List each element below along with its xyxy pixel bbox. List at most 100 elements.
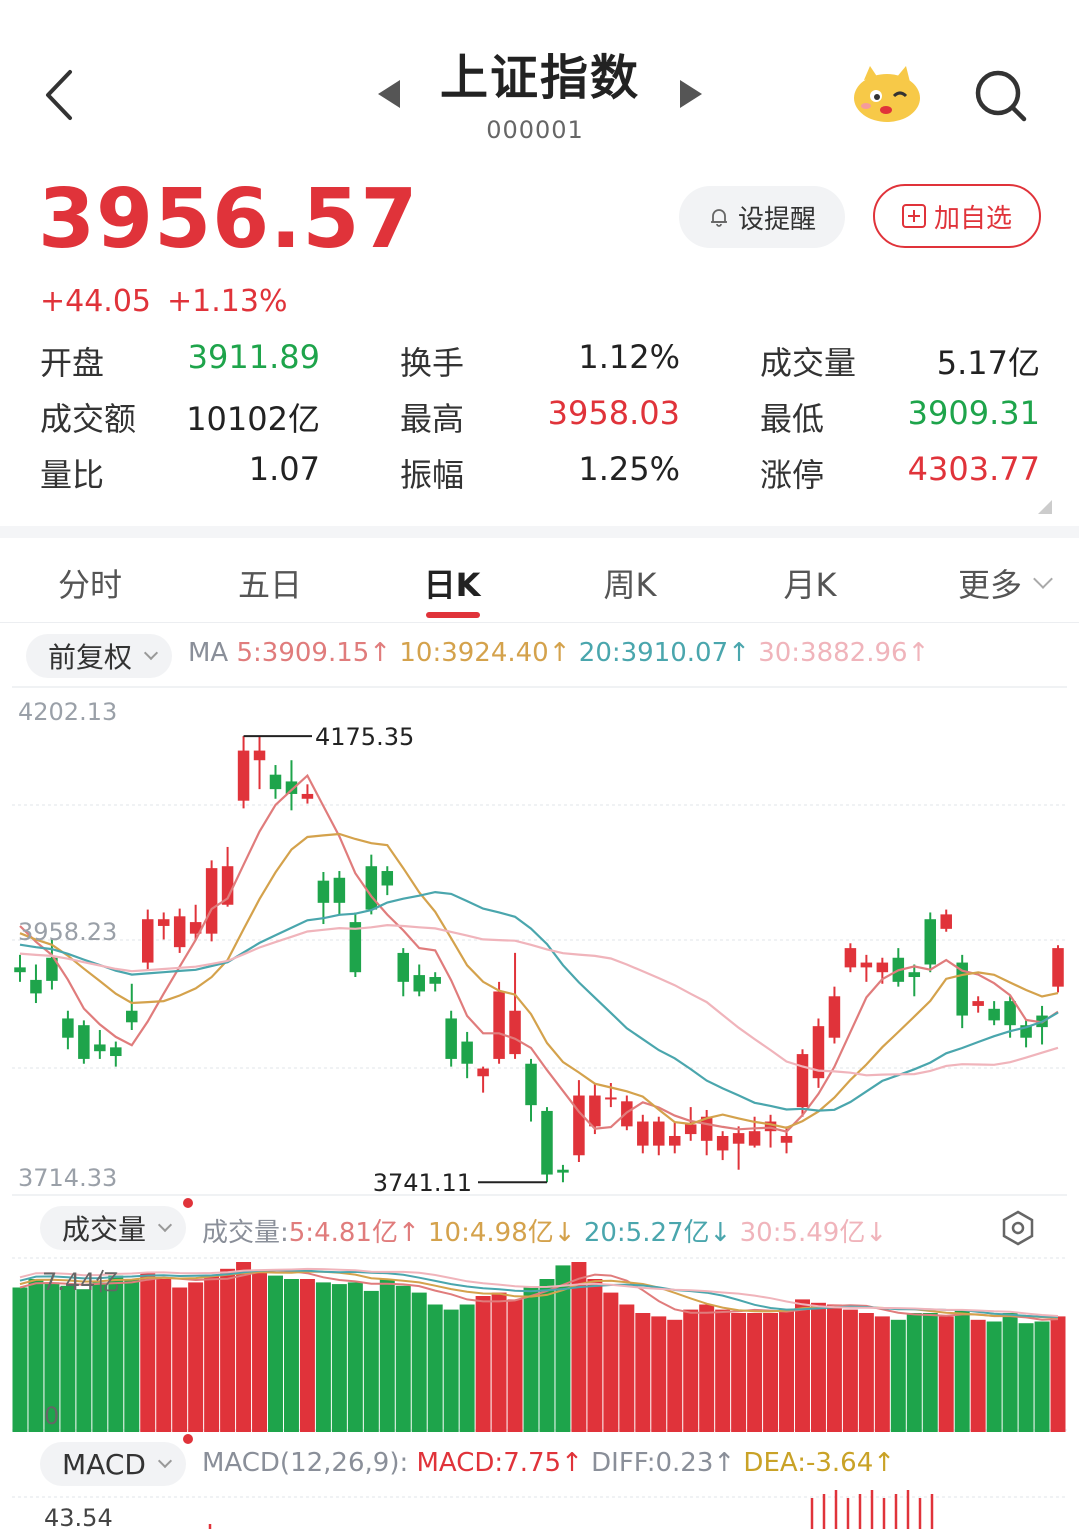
volume-bar: [204, 1275, 220, 1432]
candle-body: [525, 1063, 537, 1106]
macd-value: MACD:7.75↑: [416, 1448, 583, 1478]
volume-bar: [747, 1313, 763, 1432]
volume-bar: [619, 1304, 635, 1432]
volume-bar: [427, 1304, 443, 1432]
chevron-down-icon: [157, 1453, 173, 1469]
volume-bar: [379, 1279, 395, 1432]
candle-body: [589, 1095, 601, 1127]
volume-bar: [395, 1285, 411, 1432]
candle-body: [173, 916, 186, 948]
diff-value: DIFF:0.23↑: [591, 1448, 736, 1478]
volume-bar: [795, 1299, 810, 1432]
volume-bar: [172, 1287, 188, 1432]
volume-bar: [779, 1309, 795, 1432]
volume-bar: [283, 1279, 299, 1432]
volume-bar: [1018, 1323, 1034, 1432]
volume-bar: [1034, 1321, 1050, 1432]
candle-body: [732, 1133, 745, 1144]
chevron-down-icon: [157, 1217, 173, 1233]
y-axis-mid-label: 3958.23: [18, 918, 117, 946]
candle-body: [413, 975, 425, 992]
volume-bar: [220, 1268, 236, 1432]
candle-body: [269, 774, 282, 790]
volume-bar: [507, 1299, 523, 1432]
volume-bar: [954, 1309, 970, 1432]
candle-body: [716, 1135, 729, 1151]
macd-indicator-dropdown[interactable]: MACD: [40, 1442, 186, 1486]
volume-bar: [858, 1313, 874, 1432]
candle-body: [493, 991, 505, 1059]
candle-body: [301, 793, 314, 799]
candle-body: [780, 1135, 793, 1143]
volume-bar: [363, 1290, 379, 1432]
candle-body: [110, 1047, 122, 1057]
candle-body: [78, 1025, 90, 1059]
volume-bar: [986, 1321, 1002, 1432]
volume-bar: [315, 1282, 331, 1432]
low-marker-label: 3741.11: [373, 1169, 472, 1197]
vol-ma10: 10:4.98亿↓: [428, 1218, 576, 1248]
volume-bar: [252, 1270, 268, 1432]
volume-bar: [731, 1313, 747, 1432]
candle-body: [445, 1018, 457, 1059]
settings-gear-icon[interactable]: [1000, 1210, 1036, 1246]
notification-dot: [183, 1198, 193, 1208]
volume-bar: [667, 1319, 683, 1432]
volume-bar: [236, 1262, 252, 1432]
volume-bar: [76, 1289, 92, 1432]
volume-bar: [810, 1302, 826, 1432]
macd-legend: MACD(12,26,9): MACD:7.75↑ DIFF:0.23↑ DEA…: [202, 1448, 895, 1478]
volume-bar: [938, 1316, 954, 1432]
volume-bar: [922, 1313, 938, 1432]
volume-y-min-label: 0: [44, 1402, 59, 1430]
candle-body: [748, 1131, 761, 1146]
candle-body: [429, 977, 441, 984]
volume-bar: [491, 1292, 507, 1432]
volume-bar: [28, 1279, 44, 1432]
candle-body: [860, 962, 873, 968]
candle-body: [924, 919, 937, 965]
candle-body: [940, 914, 952, 929]
candle-body: [828, 996, 841, 1038]
volume-bar: [12, 1287, 28, 1432]
volume-bar: [108, 1275, 124, 1432]
candle-body: [908, 972, 921, 978]
volume-bar: [587, 1279, 603, 1432]
y-axis-min-label: 3714.33: [18, 1164, 117, 1192]
candle-body: [844, 948, 857, 968]
macd-indicator-label: MACD: [62, 1447, 146, 1481]
candle-body: [1004, 1001, 1016, 1026]
volume-bar: [970, 1319, 986, 1432]
volume-bar: [443, 1309, 459, 1432]
volume-bar: [906, 1313, 922, 1432]
candle-body: [237, 750, 250, 801]
volume-indicator-dropdown[interactable]: 成交量: [40, 1206, 187, 1250]
ma5-line: [19, 773, 1059, 1133]
candle-body: [365, 866, 378, 910]
candle-body: [62, 1018, 74, 1038]
volume-bar: [459, 1304, 475, 1432]
vol-ma20: 20:5.27亿↓: [583, 1218, 732, 1248]
candle-body: [653, 1121, 665, 1146]
candle-body: [253, 750, 266, 761]
candle-body: [796, 1054, 809, 1108]
candle-body: [477, 1068, 489, 1077]
volume-bar: [156, 1279, 172, 1432]
candle-body: [461, 1041, 473, 1064]
volume-bar: [1050, 1316, 1066, 1432]
candle-body: [30, 979, 42, 994]
candle-body: [141, 919, 154, 963]
notification-dot: [183, 1434, 193, 1444]
candle-body: [14, 967, 26, 973]
candle-body: [637, 1121, 649, 1146]
dea-value: DEA:-3.64↑: [743, 1448, 896, 1478]
volume-prefix: 成交量:: [202, 1218, 289, 1248]
candle-body: [381, 871, 394, 886]
volume-bar: [60, 1285, 76, 1432]
volume-bar: [683, 1309, 699, 1432]
ma30-line: [19, 923, 1059, 1077]
kline-chart[interactable]: 4202.13 3958.23 3714.33 4175.35 3741.11 7.44亿…: [0, 0, 1079, 1529]
volume-bar: [268, 1275, 283, 1432]
volume-bar: [124, 1279, 140, 1432]
volume-bar: [699, 1304, 715, 1432]
